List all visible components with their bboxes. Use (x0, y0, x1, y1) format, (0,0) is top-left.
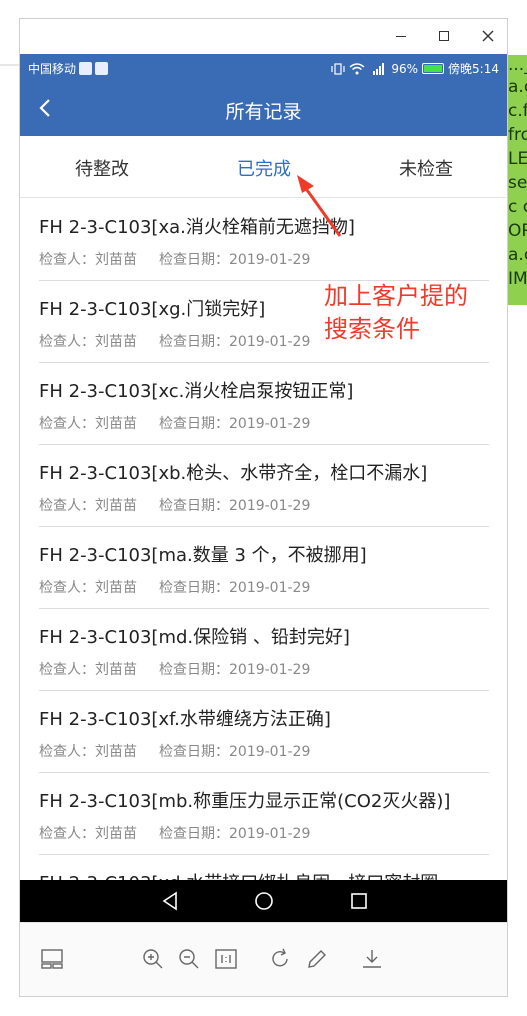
wifi-icon (349, 62, 365, 74)
record-meta: 检查人：刘苗苗 检查日期：2019-01-29 (39, 741, 310, 761)
nav-recent-apps-icon[interactable] (346, 888, 372, 914)
tab-bar: 待整改 已完成 未检查 (20, 136, 507, 198)
record-date: 检查日期：2019-01-29 (159, 334, 311, 350)
record-date: 检查日期：2019-01-29 (159, 826, 311, 842)
record-date: 检查日期：2019-01-29 (159, 580, 311, 596)
tab-not-checked[interactable]: 未检查 (356, 155, 496, 181)
record-title: FH 2-3-C103[md.保险销 、铅封完好] (39, 627, 350, 648)
record-date: 检查日期：2019-01-29 (159, 498, 311, 514)
android-nav-bar (20, 880, 507, 922)
battery-icon (422, 63, 445, 74)
record-date: 检查日期：2019-01-29 (159, 662, 311, 678)
code-line: LEF (508, 149, 527, 169)
red-annotation-text: 加上客户提的 搜索条件 (324, 280, 468, 346)
record-inspector: 检查人：刘苗苗 (39, 416, 137, 432)
list-item[interactable]: FH 2-3-C103[xf.水带缠绕方法正确] 检查人：刘苗苗 检查日期：201… (39, 691, 489, 773)
nav-home-icon[interactable] (251, 888, 277, 914)
window-titlebar (20, 19, 507, 54)
viewer-toolbar (20, 922, 507, 996)
record-inspector: 检查人：刘苗苗 (39, 498, 137, 514)
pencil-icon[interactable] (305, 947, 329, 971)
list-item[interactable]: FH 2-3-C103[mb.称重压力显示正常(CO2灭火器)] 检查人：刘苗苗… (39, 773, 489, 855)
record-inspector: 检查人：刘苗苗 (39, 662, 137, 678)
code-line: ..._ (508, 55, 527, 75)
maximize-icon (439, 31, 449, 41)
background-code-panel: ..._ a.c c.f_ fro LEF sel c c OR a.c IM (506, 55, 527, 305)
record-title: FH 2-3-C103[ma.数量 3 个，不被挪用] (39, 545, 367, 566)
carrier-label: 中国移动 (28, 62, 77, 76)
signal-icon (373, 62, 385, 75)
download-icon[interactable] (360, 947, 384, 971)
tab-completed[interactable]: 已完成 (194, 155, 334, 181)
vibrate-icon (331, 62, 345, 75)
record-date: 检查日期：2019-01-29 (159, 252, 311, 268)
list-item[interactable]: FH 2-3-C103[md.保险销 、铅封完好] 检查人：刘苗苗 检查日期：20… (39, 609, 489, 691)
list-item[interactable]: FH 2-3-C103[xb.枪头、水带齐全，栓口不漏水] 检查人：刘苗苗 检查日… (39, 445, 489, 527)
minimize-icon (396, 36, 406, 37)
list-item[interactable]: FH 2-3-C103[ma.数量 3 个，不被挪用] 检查人：刘苗苗 检查日期：… (39, 527, 489, 609)
record-meta: 检查人：刘苗苗 检查日期：2019-01-29 (39, 413, 310, 433)
maximize-button[interactable] (435, 27, 453, 45)
record-inspector: 检查人：刘苗苗 (39, 580, 137, 596)
record-date: 检查日期：2019-01-29 (159, 744, 311, 760)
record-title: FH 2-3-C103[xb.枪头、水带齐全，栓口不漏水] (39, 463, 428, 484)
tab-pending-rectification[interactable]: 待整改 (32, 155, 172, 181)
record-title: FH 2-3-C103[xc.消火栓启泵按钮正常] (39, 381, 354, 402)
phone-screen: 中国移动 96% 傍晚5:14 所有记录 待整改 已完成 未检查 FH 2-3-… (20, 54, 507, 922)
rotate-icon[interactable] (268, 947, 292, 971)
list-item[interactable]: FH 2-3-C103[xc.消火栓启泵按钮正常] 检查人：刘苗苗 检查日期：20… (39, 363, 489, 445)
record-meta: 检查人：刘苗苗 检查日期：2019-01-29 (39, 577, 310, 597)
status-bar: 中国移动 96% 傍晚5:14 (20, 54, 507, 82)
zoom-out-icon[interactable] (177, 947, 201, 971)
code-line: sel (508, 173, 527, 193)
record-inspector: 检查人：刘苗苗 (39, 334, 137, 350)
record-date: 检查日期：2019-01-29 (159, 416, 311, 432)
page-title: 所有记录 (225, 101, 302, 123)
record-meta: 检查人：刘苗苗 检查日期：2019-01-29 (39, 823, 310, 843)
record-title: FH 2-3-C103[xg.门锁完好] (39, 299, 266, 320)
code-line: c c (508, 197, 527, 217)
desktop-background: ..._ a.c c.f_ fro LEF sel c c OR a.c IM … (0, 0, 527, 1016)
code-line: IM (508, 269, 527, 289)
record-meta: 检查人：刘苗苗 检查日期：2019-01-29 (39, 495, 310, 515)
code-line: a.c (508, 245, 527, 265)
notification-app-icon (95, 62, 109, 75)
record-title: FH 2-3-C103[mb.称重压力显示正常(CO2灭火器)] (39, 791, 451, 812)
record-inspector: 检查人：刘苗苗 (39, 826, 137, 842)
notification-app-icon (79, 62, 93, 75)
record-title: FH 2-3-C103[xf.水带缠绕方法正确] (39, 709, 331, 730)
status-bar-right: 96% 傍晚5:14 (331, 60, 499, 77)
list-item[interactable]: FH 2-3-C103[xa.消火栓箱前无遮挡物] 检查人：刘苗苗 检查日期：20… (39, 199, 489, 281)
record-inspector: 检查人：刘苗苗 (39, 252, 137, 268)
record-meta: 检查人：刘苗苗 检查日期：2019-01-29 (39, 659, 310, 679)
code-line: a.c (508, 77, 527, 97)
record-meta: 检查人：刘苗苗 检查日期：2019-01-29 (39, 249, 310, 269)
annotation-line-2: 搜索条件 (324, 315, 420, 343)
emulator-window: 中国移动 96% 傍晚5:14 所有记录 待整改 已完成 未检查 FH 2-3-… (19, 18, 508, 997)
code-line: c.f_ (508, 101, 527, 121)
actual-size-icon[interactable] (214, 947, 238, 971)
battery-percent: 96% (391, 61, 419, 76)
record-title: FH 2-3-C103[xa.消火栓箱前无遮挡物] (39, 217, 355, 238)
app-header: 所有记录 (20, 82, 507, 136)
clock: 傍晚5:14 (448, 62, 499, 76)
zoom-in-icon[interactable] (141, 947, 165, 971)
close-icon (482, 30, 494, 42)
code-line: OR (508, 221, 527, 241)
nav-back-icon[interactable] (157, 888, 183, 914)
code-line: fro (508, 125, 527, 145)
annotation-line-1: 加上客户提的 (324, 282, 468, 310)
minimize-button[interactable] (392, 27, 410, 45)
layout-icon[interactable] (40, 947, 64, 971)
record-meta: 检查人：刘苗苗 检查日期：2019-01-29 (39, 331, 310, 351)
record-inspector: 检查人：刘苗苗 (39, 744, 137, 760)
close-button[interactable] (479, 27, 497, 45)
background-divider-left (0, 64, 19, 66)
status-bar-left: 中国移动 (28, 60, 109, 77)
